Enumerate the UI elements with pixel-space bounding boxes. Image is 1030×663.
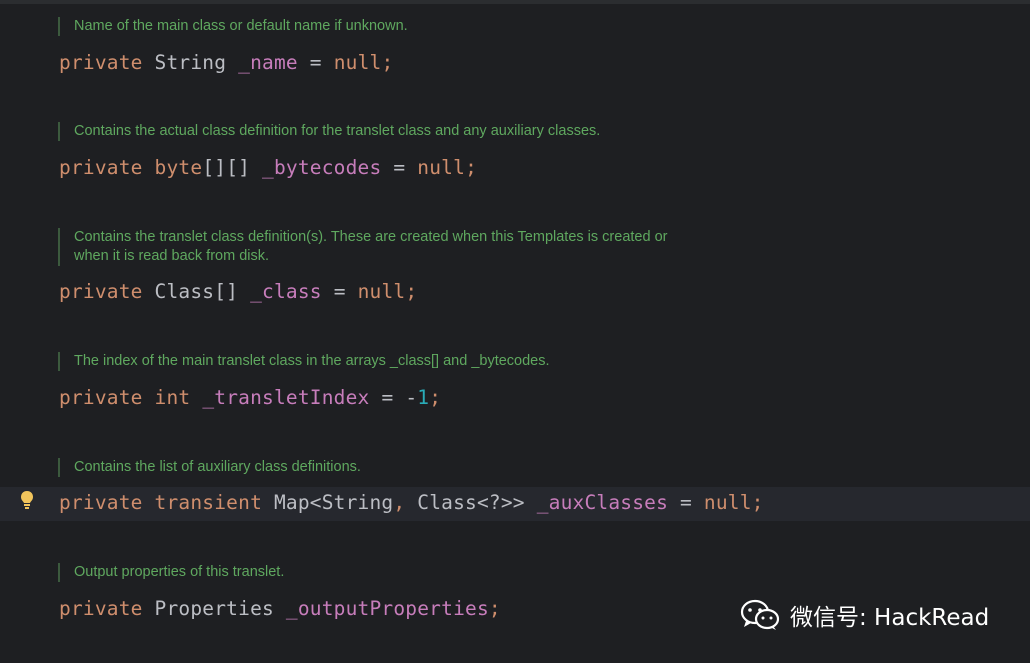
keyword-private: private <box>59 491 143 514</box>
array-brackets: [][] <box>202 156 251 179</box>
doc-comment-output-properties: Output properties of this translet. <box>58 563 284 582</box>
doc-text: The index of the main translet class in … <box>74 353 550 369</box>
type-keyword: int <box>154 386 191 409</box>
doc-comment-bytecodes: Contains the actual class definition for… <box>58 122 600 141</box>
literal-null: null <box>333 51 382 74</box>
operator: = <box>680 491 692 514</box>
semicolon: ; <box>465 156 478 179</box>
semicolon: ; <box>751 491 764 514</box>
field-name: _auxClasses <box>536 491 669 514</box>
operator: = - <box>381 386 418 409</box>
code-line-bytecodes[interactable]: private byte[][] _bytecodes = null; <box>59 156 477 179</box>
field-name: _transletIndex <box>202 386 370 409</box>
lightbulb-icon[interactable] <box>20 490 34 512</box>
type-name: Class[] <box>154 280 239 303</box>
operator: = <box>333 280 346 303</box>
code-line-output-properties[interactable]: private Properties _outputProperties; <box>59 597 501 620</box>
doc-comment-name: Name of the main class or default name i… <box>58 17 408 36</box>
comma: , <box>393 491 406 514</box>
type-name: String <box>154 51 227 74</box>
semicolon: ; <box>488 597 501 620</box>
keyword-private: private <box>59 386 143 409</box>
field-name: _class <box>250 280 322 303</box>
watermark: 微信号: HackRead <box>740 598 989 632</box>
code-line-name[interactable]: private String _name = null; <box>59 51 393 74</box>
keyword-transient: transient <box>154 491 263 514</box>
doc-text: Name of the main class or default name i… <box>74 18 408 34</box>
doc-text: Contains the list of auxiliary class def… <box>74 459 361 475</box>
doc-text-line-2: when it is read back from disk. <box>74 248 270 264</box>
code-line-aux-classes[interactable]: private transient Map<String, Class<?>> … <box>59 491 764 514</box>
doc-text-line-1: Contains the translet class definition(s… <box>74 229 668 245</box>
semicolon: ; <box>405 280 418 303</box>
literal-null: null <box>417 156 466 179</box>
code-line-translet-index[interactable]: private int _transletIndex = -1; <box>59 386 441 409</box>
field-name: _name <box>238 51 298 74</box>
code-editor[interactable]: Name of the main class or default name i… <box>0 0 1030 663</box>
literal-null: null <box>703 491 752 514</box>
doc-comment-aux-classes: Contains the list of auxiliary class def… <box>58 458 361 477</box>
semicolon: ; <box>429 386 442 409</box>
field-name: _bytecodes <box>262 156 382 179</box>
editor-top-strip <box>0 0 1030 4</box>
wechat-icon <box>740 599 780 630</box>
code-line-class[interactable]: private Class[] _class = null; <box>59 280 417 303</box>
keyword-private: private <box>59 51 143 74</box>
semicolon: ; <box>381 51 394 74</box>
literal-null: null <box>357 280 406 303</box>
operator: = <box>309 51 322 74</box>
type-name: Map<String <box>273 491 394 514</box>
type-name: Properties <box>154 597 274 620</box>
type-name-2: Class<?>> <box>417 491 525 514</box>
keyword-private: private <box>59 156 143 179</box>
doc-text: Contains the actual class definition for… <box>74 123 601 139</box>
operator: = <box>393 156 406 179</box>
doc-text: Output properties of this translet. <box>74 564 285 580</box>
type-keyword: byte <box>154 156 203 179</box>
watermark-text: 微信号: HackRead <box>790 605 990 631</box>
field-name: _outputProperties <box>285 597 489 620</box>
doc-comment-translet-index: The index of the main translet class in … <box>58 352 550 371</box>
number-literal: 1 <box>417 386 430 409</box>
doc-comment-class: Contains the translet class definition(s… <box>58 228 667 266</box>
keyword-private: private <box>59 280 143 303</box>
keyword-private: private <box>59 597 143 620</box>
